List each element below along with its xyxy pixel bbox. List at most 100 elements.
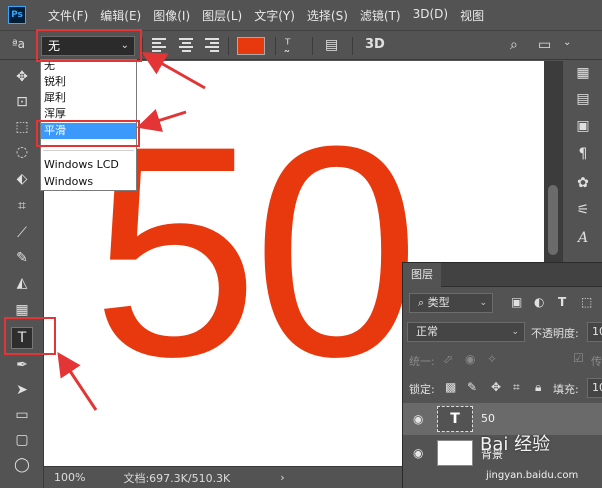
layers-tabbar: 图层 bbox=[403, 263, 602, 287]
marquee-tool-icon[interactable]: ⬚ bbox=[11, 116, 33, 138]
adjustments-icon[interactable]: ⚟ bbox=[573, 200, 593, 220]
text-color-swatch[interactable] bbox=[237, 37, 265, 55]
menu-edit[interactable]: 编辑(E) bbox=[94, 7, 147, 24]
unify-label: 统一: bbox=[409, 355, 435, 368]
propagate-checkbox-icon[interactable]: ☑ bbox=[573, 351, 584, 365]
lock-all-icon[interactable]: 🔒︎ bbox=[535, 380, 541, 395]
document-size: 文档:697.3K/510.3K bbox=[123, 471, 231, 485]
highlight-smooth-option bbox=[36, 120, 140, 147]
zoom-level[interactable]: 100% bbox=[54, 471, 85, 484]
dropdown-item-windows-lcd[interactable]: Windows LCD bbox=[41, 157, 136, 173]
quick-select-tool-icon[interactable]: ⬖ bbox=[11, 168, 33, 190]
lock-transparent-icon[interactable]: ▩ bbox=[445, 380, 456, 394]
lock-artboard-icon[interactable]: ⌗ bbox=[513, 380, 520, 395]
unify-visibility-icon[interactable]: ◉ bbox=[465, 352, 475, 366]
photoshop-logo: Ps bbox=[8, 6, 26, 24]
opacity-label: 不透明度: bbox=[531, 327, 579, 340]
divider bbox=[228, 37, 229, 55]
unify-position-icon[interactable]: ⬀ bbox=[443, 352, 453, 366]
fill-label: 填充: bbox=[553, 383, 579, 396]
filter-adjustment-icon[interactable]: ◐ bbox=[534, 295, 544, 309]
menu-image[interactable]: 图像(I) bbox=[147, 7, 196, 24]
chevron-down-icon[interactable]: ⌄ bbox=[563, 37, 571, 48]
menu-type[interactable]: 文字(Y) bbox=[248, 7, 301, 24]
layer-filter-row: ⌕ 类型 ⌄ ▣ ◐ T ⬚ bbox=[403, 291, 602, 317]
warp-text-icon[interactable]: ᵀ̰ bbox=[285, 37, 290, 53]
color-palette-icon[interactable]: ✿ bbox=[573, 173, 593, 193]
unify-style-icon[interactable]: ✧ bbox=[487, 352, 497, 366]
canvas-text-layer[interactable]: 50 bbox=[92, 101, 420, 401]
text-layer-thumbnail: T bbox=[437, 406, 473, 432]
fill-value: 10 bbox=[592, 381, 602, 394]
filter-pixel-icon[interactable]: ▣ bbox=[511, 295, 522, 309]
watermark-url: jingyan.baidu.com bbox=[486, 470, 579, 481]
menu-layer[interactable]: 图层(L) bbox=[196, 7, 248, 24]
menu-3d[interactable]: 3D(D) bbox=[407, 7, 454, 24]
chevron-right-icon[interactable]: › bbox=[280, 471, 284, 484]
dropdown-divider bbox=[43, 150, 134, 151]
opacity-value: 10 bbox=[592, 325, 602, 338]
fill-input[interactable]: 10 bbox=[587, 378, 602, 398]
menu-file[interactable]: 文件(F) bbox=[42, 7, 94, 24]
dropdown-item-crisp[interactable]: 犀利 bbox=[41, 90, 136, 106]
menu-select[interactable]: 选择(S) bbox=[301, 7, 354, 24]
brush-tool-icon[interactable]: ✎ bbox=[11, 247, 33, 269]
workspace-icon[interactable]: ▭ bbox=[538, 37, 551, 53]
eraser-tool-icon[interactable]: ◭ bbox=[11, 272, 33, 294]
chevron-down-icon: ⌄ bbox=[479, 298, 487, 308]
dropdown-item-sharp[interactable]: 锐利 bbox=[41, 74, 136, 90]
3d-icon[interactable]: 3D bbox=[365, 37, 385, 52]
lasso-tool-icon[interactable]: ◌ bbox=[11, 141, 33, 163]
highlight-antialias-select bbox=[36, 29, 142, 62]
unify-row: 统一: ⬀ ◉ ✧ ☑ 传 bbox=[403, 347, 602, 373]
rectangle-tool-icon[interactable]: ▭ bbox=[11, 404, 33, 426]
propagate-label: 传 bbox=[591, 355, 602, 368]
paragraph-icon[interactable]: ¶ bbox=[573, 144, 593, 164]
lock-row: 锁定: ▩ ✎ ✥ ⌗ 🔒︎ 填充: 10 bbox=[403, 375, 602, 401]
scrollbar-thumb[interactable] bbox=[548, 185, 558, 255]
layer-filter-value: 类型 bbox=[427, 296, 450, 309]
lock-image-icon[interactable]: ✎ bbox=[467, 380, 477, 394]
eyedropper-tool-icon[interactable]: ⟋ bbox=[11, 222, 33, 244]
filter-shape-icon[interactable]: ⬚ bbox=[581, 295, 592, 309]
eye-icon[interactable]: ◉ bbox=[413, 412, 427, 426]
divider bbox=[142, 37, 143, 55]
blend-row: 正常 ⌄ 不透明度: 10 bbox=[403, 319, 602, 345]
lock-position-icon[interactable]: ✥ bbox=[491, 380, 501, 394]
align-right-icon[interactable] bbox=[205, 38, 219, 52]
glyphs-icon[interactable]: A bbox=[573, 228, 593, 248]
layer-filter-select[interactable]: ⌕ 类型 ⌄ bbox=[409, 293, 493, 313]
tab-layers[interactable]: 图层 bbox=[403, 263, 441, 287]
menu-view[interactable]: 视图 bbox=[454, 7, 490, 24]
libraries-icon[interactable]: ▤ bbox=[573, 89, 593, 109]
divider bbox=[312, 37, 313, 55]
properties-icon[interactable]: ▣ bbox=[573, 116, 593, 136]
dropdown-item-windows[interactable]: Windows bbox=[41, 174, 136, 190]
pen-tool-icon[interactable]: ✒ bbox=[11, 354, 33, 376]
align-center-icon[interactable] bbox=[179, 38, 193, 52]
move-tool-icon[interactable]: ✥ bbox=[11, 66, 33, 88]
layer-name[interactable]: 50 bbox=[481, 412, 495, 425]
antialias-icon: ªa bbox=[12, 37, 26, 51]
ellipse-tool-icon[interactable]: ◯ bbox=[11, 454, 33, 476]
eye-icon[interactable]: ◉ bbox=[413, 446, 427, 460]
menu-items: 文件(F) 编辑(E) 图像(I) 图层(L) 文字(Y) 选择(S) 滤镜(T… bbox=[42, 7, 490, 24]
search-icon[interactable]: ⌕ bbox=[510, 37, 518, 53]
crop-tool-icon[interactable]: ⌗ bbox=[11, 195, 33, 217]
menu-filter[interactable]: 滤镜(T) bbox=[354, 7, 407, 24]
watermark-logo: Bai 经验 bbox=[480, 434, 551, 455]
search-icon: ⌕ bbox=[418, 296, 428, 309]
opacity-input[interactable]: 10 bbox=[587, 322, 602, 342]
path-select-tool-icon[interactable]: ➤ bbox=[11, 379, 33, 401]
blend-mode-value: 正常 bbox=[416, 325, 438, 338]
blend-mode-select[interactable]: 正常 ⌄ bbox=[407, 322, 525, 342]
chevron-down-icon: ⌄ bbox=[511, 327, 519, 337]
character-panel-icon[interactable]: ▤ bbox=[325, 37, 338, 53]
align-left-icon[interactable] bbox=[152, 38, 166, 52]
highlight-type-tool bbox=[4, 317, 56, 355]
filter-type-icon[interactable]: T bbox=[558, 295, 566, 309]
artboard-tool-icon[interactable]: ⊡ bbox=[11, 91, 33, 113]
rounded-rect-tool-icon[interactable]: ▢ bbox=[11, 429, 33, 451]
swatches-icon[interactable]: ▦ bbox=[573, 63, 593, 83]
background-layer-thumbnail bbox=[437, 440, 473, 466]
